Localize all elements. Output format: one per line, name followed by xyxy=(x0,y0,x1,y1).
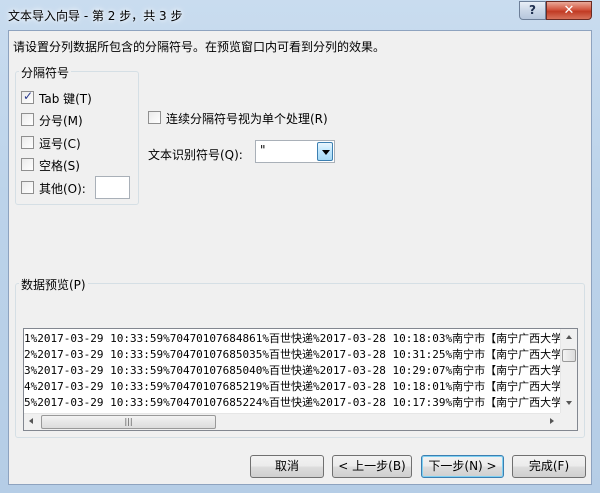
space-checkbox-label[interactable]: 空格(S) xyxy=(39,157,80,174)
checkmark-icon: ✓ xyxy=(23,89,34,103)
vertical-scroll-thumb[interactable] xyxy=(562,349,576,362)
other-checkbox-label[interactable]: 其他(O): xyxy=(39,180,86,197)
text-qualifier-select[interactable]: " xyxy=(255,140,335,163)
other-delimiter-input[interactable] xyxy=(95,176,130,199)
consecutive-checkbox[interactable] xyxy=(148,111,161,124)
preview-pane[interactable]: 1%2017-03-29 10:33:59%70470107684861%百世快… xyxy=(23,328,578,431)
close-button[interactable]: ✕ xyxy=(546,1,592,20)
finish-button[interactable]: 完成(F) xyxy=(512,455,586,478)
title-bar: 文本导入向导 - 第 2 步，共 3 步 ? ✕ xyxy=(0,0,600,30)
preview-row: 3%2017-03-29 10:33:59%70470107685040%百世快… xyxy=(24,364,560,377)
other-checkbox[interactable] xyxy=(21,181,34,194)
help-button[interactable]: ? xyxy=(519,1,546,20)
vertical-scrollbar[interactable] xyxy=(560,329,577,413)
scroll-right-icon[interactable] xyxy=(550,418,554,424)
comma-checkbox[interactable] xyxy=(21,136,34,149)
space-checkbox[interactable] xyxy=(21,158,34,171)
next-button[interactable]: 下一步(N) > xyxy=(421,455,504,478)
horizontal-scroll-thumb[interactable]: ||| xyxy=(41,415,216,429)
comma-checkbox-label[interactable]: 逗号(C) xyxy=(39,135,81,152)
consecutive-checkbox-label[interactable]: 连续分隔符号视为单个处理(R) xyxy=(166,110,328,127)
scroll-corner xyxy=(560,413,577,430)
scroll-left-icon[interactable] xyxy=(29,418,33,424)
back-button[interactable]: < 上一步(B) xyxy=(332,455,412,478)
dialog-body: 请设置分列数据所包含的分隔符号。在预览窗口内可看到分列的效果。 分隔符号 ✓ T… xyxy=(8,30,592,485)
instruction-text: 请设置分列数据所包含的分隔符号。在预览窗口内可看到分列的效果。 xyxy=(13,40,386,54)
window-title: 文本导入向导 - 第 2 步，共 3 步 xyxy=(8,9,183,23)
text-qualifier-value: " xyxy=(260,143,266,157)
semicolon-checkbox-label[interactable]: 分号(M) xyxy=(39,112,83,129)
horizontal-scrollbar[interactable]: ||| xyxy=(24,413,560,430)
scroll-down-icon[interactable] xyxy=(566,401,572,405)
tab-checkbox[interactable]: ✓ xyxy=(21,89,34,104)
delimiters-group-label: 分隔符号 xyxy=(19,64,72,81)
scroll-up-icon[interactable] xyxy=(566,335,572,339)
semicolon-checkbox[interactable] xyxy=(21,113,34,126)
text-qualifier-label: 文本识别符号(Q): xyxy=(148,148,243,162)
preview-row: 4%2017-03-29 10:33:59%70470107685219%百世快… xyxy=(24,380,560,393)
preview-row: 2%2017-03-29 10:33:59%70470107685035%百世快… xyxy=(24,348,560,361)
chevron-down-icon[interactable] xyxy=(317,142,333,161)
preview-row: 5%2017-03-29 10:33:59%70470107685224%百世快… xyxy=(24,396,560,409)
cancel-button[interactable]: 取消 xyxy=(250,455,324,478)
preview-row: 1%2017-03-29 10:33:59%70470107684861%百世快… xyxy=(24,332,560,345)
tab-checkbox-label[interactable]: Tab 键(T) xyxy=(39,90,92,107)
preview-group-label: 数据预览(P) xyxy=(19,276,88,293)
